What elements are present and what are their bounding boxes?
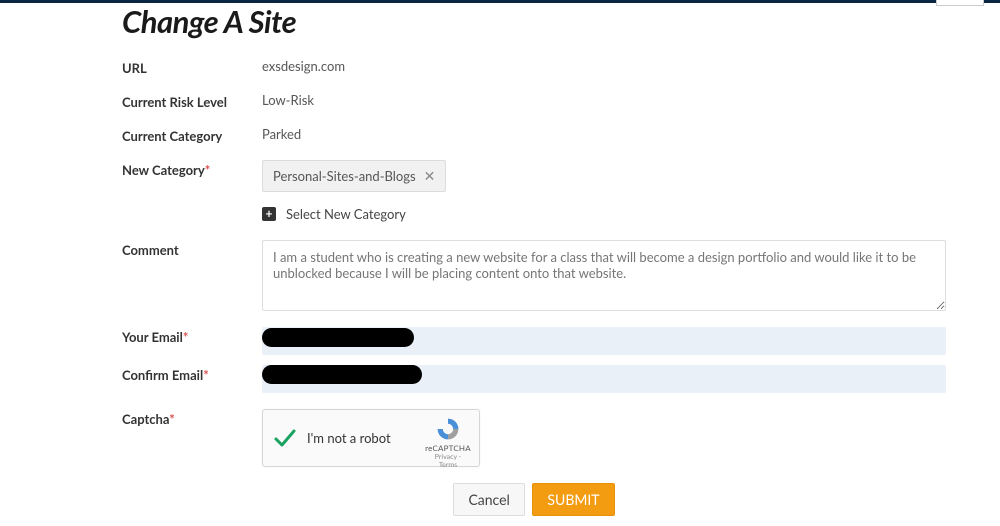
row-risk: Current Risk Level Low-Risk [122, 92, 1000, 110]
label-comment: Comment [122, 240, 262, 258]
recaptcha-logo-icon [435, 416, 461, 442]
row-new-category: New Category* Personal-Sites-and-Blogs ✕… [122, 160, 1000, 222]
top-bar [0, 0, 1000, 3]
comment-textarea[interactable] [262, 240, 946, 311]
remove-tag-icon[interactable]: ✕ [424, 167, 436, 185]
row-captcha: Captcha* I'm not a robot reCAPTCHA Priv [122, 409, 1000, 467]
redaction-confirm-email [262, 365, 422, 384]
label-confirm-email: Confirm Email* [122, 365, 262, 383]
row-confirm-email: Confirm Email* [122, 365, 1000, 393]
submit-button[interactable]: SUBMIT [532, 483, 614, 516]
select-new-category-button[interactable]: + Select New Category [262, 206, 446, 222]
label-captcha: Captcha* [122, 409, 262, 427]
row-url: URL exsdesign.com [122, 58, 1000, 76]
label-url: URL [122, 58, 262, 76]
label-email: Your Email* [122, 327, 262, 345]
button-row: Cancel SUBMIT [0, 483, 946, 516]
row-category: Current Category Parked [122, 126, 1000, 144]
label-category: Current Category [122, 126, 262, 144]
captcha-links-text: Privacy - Terms [425, 453, 471, 469]
captcha-branding: reCAPTCHA Privacy - Terms [425, 416, 471, 469]
top-bar-widget [936, 0, 984, 6]
value-url: exsdesign.com [262, 58, 345, 74]
value-category: Parked [262, 126, 301, 142]
label-new-category: New Category* [122, 160, 262, 178]
redaction-email [262, 328, 414, 347]
label-risk: Current Risk Level [122, 92, 262, 110]
checkmark-icon [273, 426, 297, 450]
value-risk: Low-Risk [262, 92, 314, 108]
new-category-tag[interactable]: Personal-Sites-and-Blogs ✕ [262, 160, 446, 192]
cancel-button[interactable]: Cancel [453, 483, 524, 516]
recaptcha-widget[interactable]: I'm not a robot reCAPTCHA Privacy - Term… [262, 409, 480, 467]
plus-icon: + [262, 207, 276, 221]
captcha-text: I'm not a robot [307, 430, 391, 446]
page-title: Change A Site [122, 2, 1000, 40]
select-new-category-label: Select New Category [286, 206, 406, 222]
row-comment: Comment [122, 240, 1000, 311]
new-category-tag-text: Personal-Sites-and-Blogs [273, 168, 416, 184]
row-email: Your Email* [122, 327, 1000, 355]
captcha-brand-text: reCAPTCHA [425, 443, 471, 453]
